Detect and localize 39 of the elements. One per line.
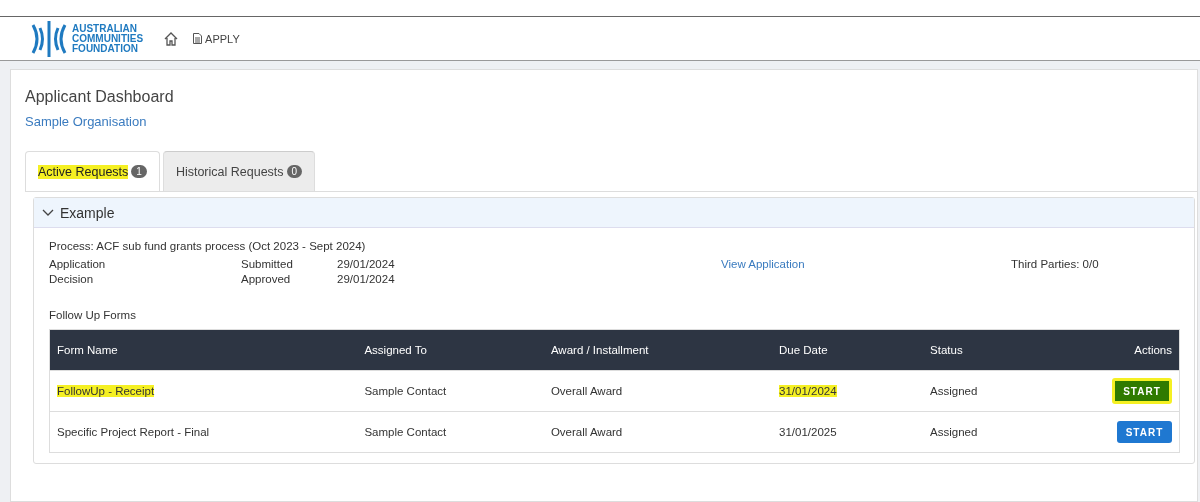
stage-status: Approved [241,273,292,285]
third-parties-text: Third Parties: 0/0 [1011,258,1100,270]
column-header: Form Name [49,329,358,371]
organisation-link[interactable]: Sample Organisation [25,114,147,129]
table-cell: 31/01/2024 [772,370,924,412]
document-icon [193,33,203,44]
stage-name: Application [49,258,107,270]
table-cell: Overall Award [543,370,772,412]
view-application-link[interactable]: View Application [721,258,805,270]
tab[interactable]: Historical Requests 0 [162,151,316,191]
logo-text: AUSTRALIAN COMMUNITIES FOUNDATION [72,23,144,54]
section-header[interactable]: Example [34,198,1194,228]
table-cell: FollowUp - Receipt [49,370,358,412]
table-cell: Sample Contact [357,370,544,412]
table-cell: Sample Contact [357,411,544,453]
home-icon[interactable] [163,30,180,47]
table-cell: 31/01/2025 [772,411,924,453]
column-header: Due Date [772,329,924,371]
tab[interactable]: Active Requests 1 [25,151,160,191]
start-button[interactable]: START [1117,421,1172,443]
column-header: Assigned To [357,329,544,371]
stage-date: 29/01/2024 [337,273,396,285]
table-cell: Assigned [923,370,1105,412]
table-cell: Assigned [923,411,1105,453]
stage-name: Decision [49,273,95,285]
chevron-icon [42,208,54,217]
stage-status: Submitted [241,258,294,270]
process-text: Process: ACF sub fund grants process (Oct 2023 - Sept 2024) [49,240,367,252]
logo-icon [30,18,68,59]
table-cell: Overall Award [543,411,772,453]
page-title: Applicant Dashboard [25,88,175,106]
start-button[interactable]: START [1112,378,1172,404]
column-header: Actions [1105,329,1180,371]
table-cell: Specific Project Report - Final [49,411,358,453]
follow-up-label: Follow Up Forms [49,309,137,321]
column-header: Award / Installment [543,329,772,371]
column-header: Status [923,329,1105,371]
apply-link[interactable]: APPLY [193,32,240,45]
stage-date: 29/01/2024 [337,258,396,270]
